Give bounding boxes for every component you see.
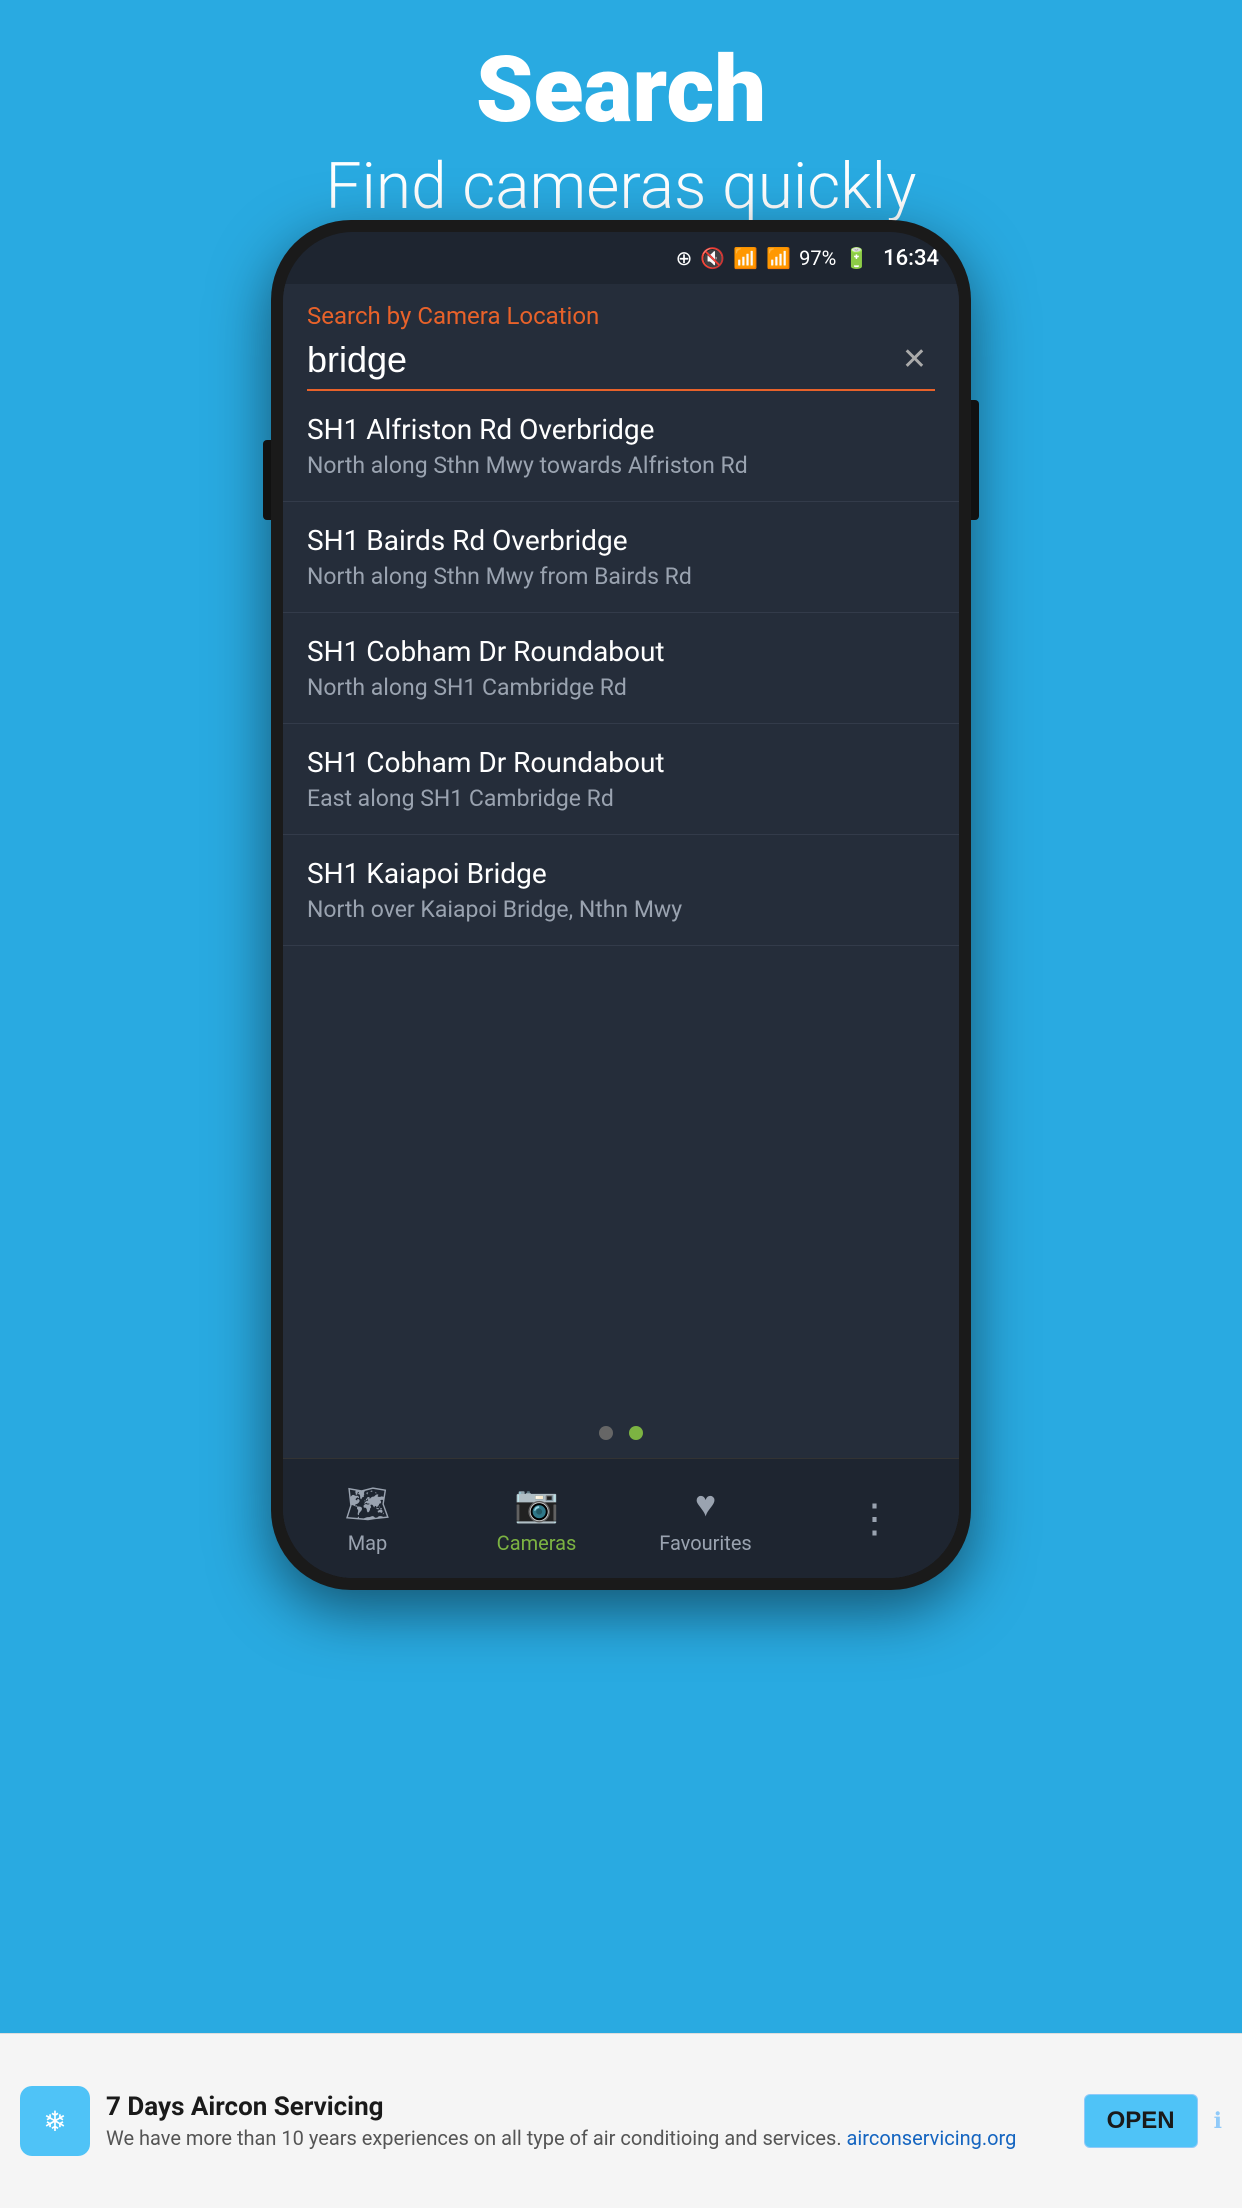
ad-info-icon[interactable]: ℹ	[1214, 2109, 1222, 2134]
result-title: SH1 Alfriston Rd Overbridge	[307, 413, 935, 446]
list-item[interactable]: SH1 Cobham Dr Roundabout North along SH1…	[283, 613, 959, 724]
more-icon: ⋮	[855, 1495, 895, 1542]
pagination-dots	[283, 1408, 959, 1458]
ad-text-content: 7 Days Aircon Servicing We have more tha…	[106, 2092, 1068, 2150]
result-subtitle: North along Sthn Mwy towards Alfriston R…	[307, 452, 935, 479]
status-bar: ⊕ 🔇 📶 📶 97% 🔋 16:34	[283, 232, 959, 284]
ad-banner: ❄ 7 Days Aircon Servicing We have more t…	[0, 2033, 1242, 2208]
status-icons: ⊕ 🔇 📶 📶 97% 🔋 16:34	[676, 246, 939, 271]
page-title: Search	[20, 40, 1222, 141]
search-row: ✕	[307, 338, 935, 391]
app-content: Search by Camera Location ✕ SH1 Alfristo…	[283, 284, 959, 1578]
app-header: Search Find cameras quickly	[0, 0, 1242, 244]
nav-label-favourites: Favourites	[659, 1531, 752, 1555]
list-item[interactable]: SH1 Alfriston Rd Overbridge North along …	[283, 391, 959, 502]
result-title: SH1 Cobham Dr Roundabout	[307, 746, 935, 779]
mute-icon: 🔇	[700, 246, 725, 270]
ad-logo: ❄	[20, 2086, 90, 2156]
search-input[interactable]	[307, 339, 894, 381]
search-area: Search by Camera Location ✕	[283, 284, 959, 391]
map-icon: 🗺	[345, 1483, 391, 1525]
ad-subtitle: We have more than 10 years experiences o…	[106, 2126, 1068, 2150]
alarm-icon: ⊕	[676, 246, 693, 270]
signal-icon: 📶	[766, 246, 791, 270]
list-item[interactable]: SH1 Bairds Rd Overbridge North along Sth…	[283, 502, 959, 613]
result-subtitle: North over Kaiapoi Bridge, Nthn Mwy	[307, 896, 935, 923]
nav-item-cameras[interactable]: 📷 Cameras	[452, 1483, 621, 1555]
side-button-left	[263, 440, 271, 520]
battery-icon: 🔋	[844, 246, 869, 270]
list-item[interactable]: SH1 Cobham Dr Roundabout East along SH1 …	[283, 724, 959, 835]
results-list: SH1 Alfriston Rd Overbridge North along …	[283, 391, 959, 1408]
side-button-right	[971, 400, 979, 520]
page-subtitle: Find cameras quickly	[20, 149, 1222, 224]
result-title: SH1 Bairds Rd Overbridge	[307, 524, 935, 557]
nav-item-map[interactable]: 🗺 Map	[283, 1483, 452, 1555]
ad-website[interactable]: airconservicing.org	[847, 2126, 1017, 2150]
nav-item-favourites[interactable]: ♥ Favourites	[621, 1483, 790, 1555]
dot-1[interactable]	[599, 1426, 613, 1440]
phone-screen: ⊕ 🔇 📶 📶 97% 🔋 16:34 Search by Camera Loc…	[283, 232, 959, 1578]
ad-title: 7 Days Aircon Servicing	[106, 2092, 1068, 2122]
result-title: SH1 Cobham Dr Roundabout	[307, 635, 935, 668]
wifi-icon: 📶	[733, 246, 758, 270]
dot-2-active[interactable]	[629, 1426, 643, 1440]
result-subtitle: North along SH1 Cambridge Rd	[307, 674, 935, 701]
bottom-nav: 🗺 Map 📷 Cameras ♥ Favourites ⋮	[283, 1458, 959, 1578]
result-title: SH1 Kaiapoi Bridge	[307, 857, 935, 890]
ad-open-button[interactable]: OPEN	[1084, 2094, 1198, 2148]
nav-item-more[interactable]: ⋮	[790, 1495, 959, 1542]
heart-icon: ♥	[695, 1483, 716, 1525]
camera-icon: 📷	[514, 1483, 559, 1525]
result-subtitle: North along Sthn Mwy from Bairds Rd	[307, 563, 935, 590]
phone-frame: ⊕ 🔇 📶 📶 97% 🔋 16:34 Search by Camera Loc…	[271, 220, 971, 1590]
nav-label-map: Map	[348, 1531, 388, 1555]
search-label: Search by Camera Location	[307, 302, 935, 330]
nav-label-cameras: Cameras	[497, 1531, 577, 1555]
battery-percentage: 97%	[799, 246, 836, 270]
result-subtitle: East along SH1 Cambridge Rd	[307, 785, 935, 812]
clear-button[interactable]: ✕	[894, 338, 935, 381]
list-item[interactable]: SH1 Kaiapoi Bridge North over Kaiapoi Br…	[283, 835, 959, 946]
status-time: 16:34	[883, 246, 939, 271]
